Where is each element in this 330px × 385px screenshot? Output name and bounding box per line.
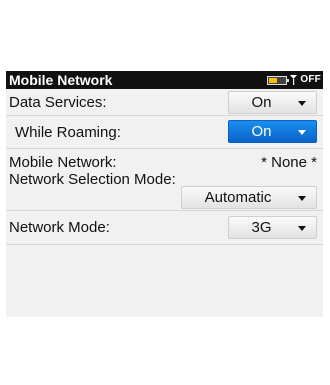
- while-roaming-dropdown[interactable]: On: [228, 120, 317, 143]
- while-roaming-row: While Roaming: On: [6, 116, 323, 149]
- network-mode-dropdown[interactable]: 3G: [228, 216, 317, 239]
- data-services-row: Data Services: On: [6, 89, 323, 116]
- network-selection-mode-dropdown[interactable]: Automatic: [181, 186, 317, 209]
- battery-icon: [267, 75, 290, 85]
- data-services-value: On: [251, 94, 272, 111]
- while-roaming-label: While Roaming:: [15, 124, 121, 141]
- data-services-dropdown[interactable]: On: [228, 91, 317, 114]
- mobile-network-row: Mobile Network: * None * Network Selecti…: [6, 149, 323, 211]
- mobile-network-label: Mobile Network:: [9, 154, 117, 171]
- network-selection-mode-label: Network Selection Mode:: [9, 171, 176, 188]
- page-title: Mobile Network: [9, 72, 113, 88]
- network-mode-label: Network Mode:: [9, 219, 110, 236]
- while-roaming-value: On: [251, 123, 272, 140]
- network-mode-row: Network Mode: 3G: [6, 211, 323, 245]
- mobile-network-value: * None *: [261, 154, 317, 171]
- antenna-icon: [290, 71, 298, 89]
- battery-level-fill: [269, 77, 278, 83]
- device-screen: Mobile Network OFF Data Services: On Whi…: [6, 71, 323, 317]
- chevron-down-icon: [298, 226, 306, 231]
- chevron-down-icon: [298, 130, 306, 135]
- settings-list: Data Services: On While Roaming: On Mobi…: [6, 89, 323, 317]
- radio-status-text: OFF: [300, 74, 321, 85]
- status-area: OFF: [267, 71, 321, 89]
- chevron-down-icon: [298, 101, 306, 106]
- title-bar: Mobile Network OFF: [6, 71, 323, 89]
- network-selection-mode-value: Automatic: [204, 189, 272, 206]
- network-mode-value: 3G: [251, 219, 272, 236]
- chevron-down-icon: [298, 196, 306, 201]
- data-services-label: Data Services:: [9, 94, 107, 111]
